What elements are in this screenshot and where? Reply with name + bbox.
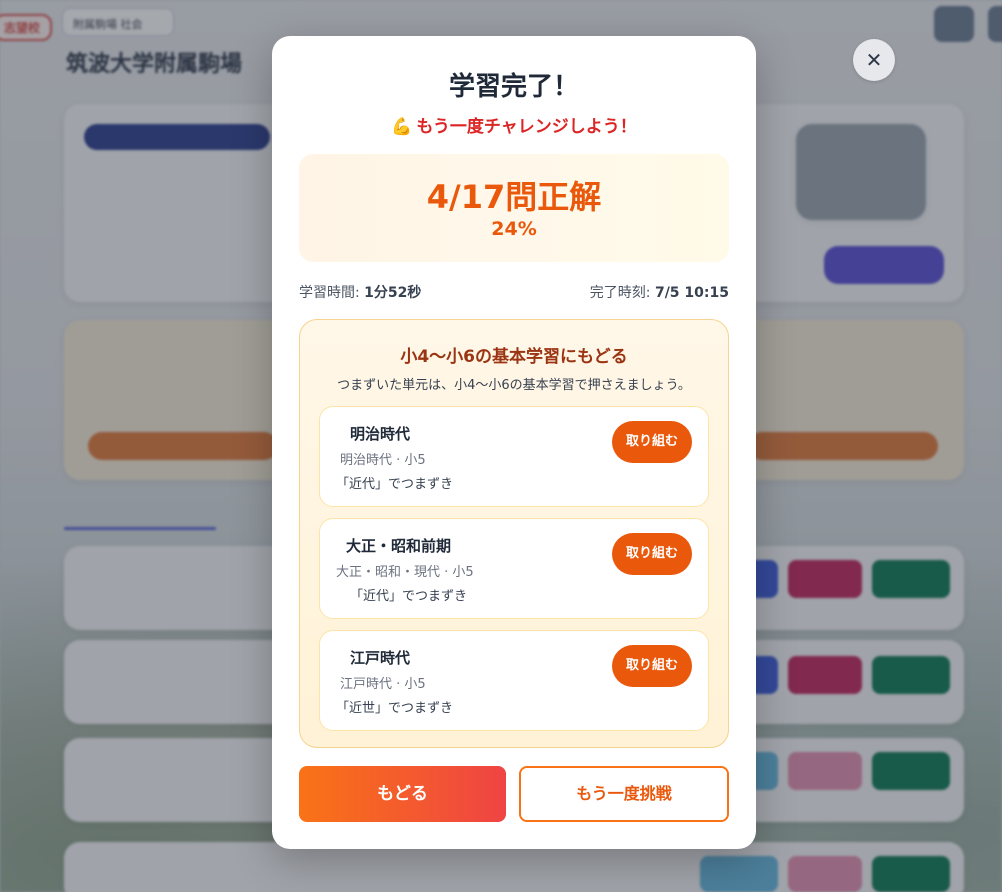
- unit-name: 大正・昭和前期: [346, 537, 452, 555]
- start-unit-button[interactable]: 取り組む: [612, 533, 692, 575]
- result-meta: 学習時間: 1分52秒 完了時刻: 7/5 10:15: [299, 282, 729, 302]
- unit-stumble-note: 「近代」でつまずき: [350, 589, 468, 604]
- retry-button[interactable]: もう一度挑戦: [519, 766, 729, 822]
- unit-stumble-note: 「近代」でつまずき: [336, 477, 454, 492]
- study-time: 学習時間: 1分52秒: [299, 282, 421, 302]
- study-time-label: 学習時間:: [299, 285, 365, 301]
- result-modal: 学習完了！ 💪 もう一度チャレンジしよう！ 4/17問正解 24% 学習時間: 1…: [272, 36, 756, 849]
- encourage-text: もう一度チャレンジしよう！: [416, 117, 637, 137]
- completed-time-value: 7/5 10:15: [654, 285, 729, 301]
- unit-stumble-note: 「近世」でつまずき: [336, 701, 454, 716]
- completed-time-label: 完了時刻:: [589, 285, 655, 301]
- basic-review-section: 小4〜小6の基本学習にもどる つまずいた単元は、小4〜小6の基本学習で押さえまし…: [299, 319, 729, 748]
- score-panel: 4/17問正解 24%: [299, 154, 729, 262]
- review-unit-card: 江戸時代 江戸時代 · 小5 「近世」でつまずき 取り組む: [319, 630, 709, 731]
- start-unit-button[interactable]: 取り組む: [612, 645, 692, 687]
- start-unit-button[interactable]: 取り組む: [612, 421, 692, 463]
- review-title: 小4〜小6の基本学習にもどる: [400, 347, 628, 367]
- back-button[interactable]: もどる: [299, 766, 506, 822]
- review-unit-card: 明治時代 明治時代 · 小5 「近代」でつまずき 取り組む: [319, 406, 709, 507]
- unit-category: 大正・昭和・現代 · 小5: [336, 565, 474, 580]
- unit-category: 明治時代 · 小5: [340, 453, 426, 468]
- encourage-message: 💪 もう一度チャレンジしよう！: [272, 112, 756, 137]
- unit-category: 江戸時代 · 小5: [340, 677, 426, 692]
- review-subtitle: つまずいた単元は、小4〜小6の基本学習で押さえましょう。: [337, 378, 691, 393]
- review-unit-card: 大正・昭和前期 大正・昭和・現代 · 小5 「近代」でつまずき 取り組む: [319, 518, 709, 619]
- unit-name: 江戸時代: [350, 649, 411, 667]
- score-count: 4/17問正解: [426, 178, 602, 216]
- close-icon: ✕: [865, 48, 883, 72]
- unit-name: 明治時代: [350, 425, 411, 443]
- study-time-value: 1分52秒: [364, 285, 422, 301]
- completed-time: 完了時刻: 7/5 10:15: [590, 282, 729, 302]
- flexed-biceps-icon: 💪: [391, 117, 413, 137]
- modal-title: 学習完了！: [448, 72, 579, 102]
- close-button[interactable]: ✕: [853, 39, 895, 81]
- score-percent: 24%: [491, 218, 537, 240]
